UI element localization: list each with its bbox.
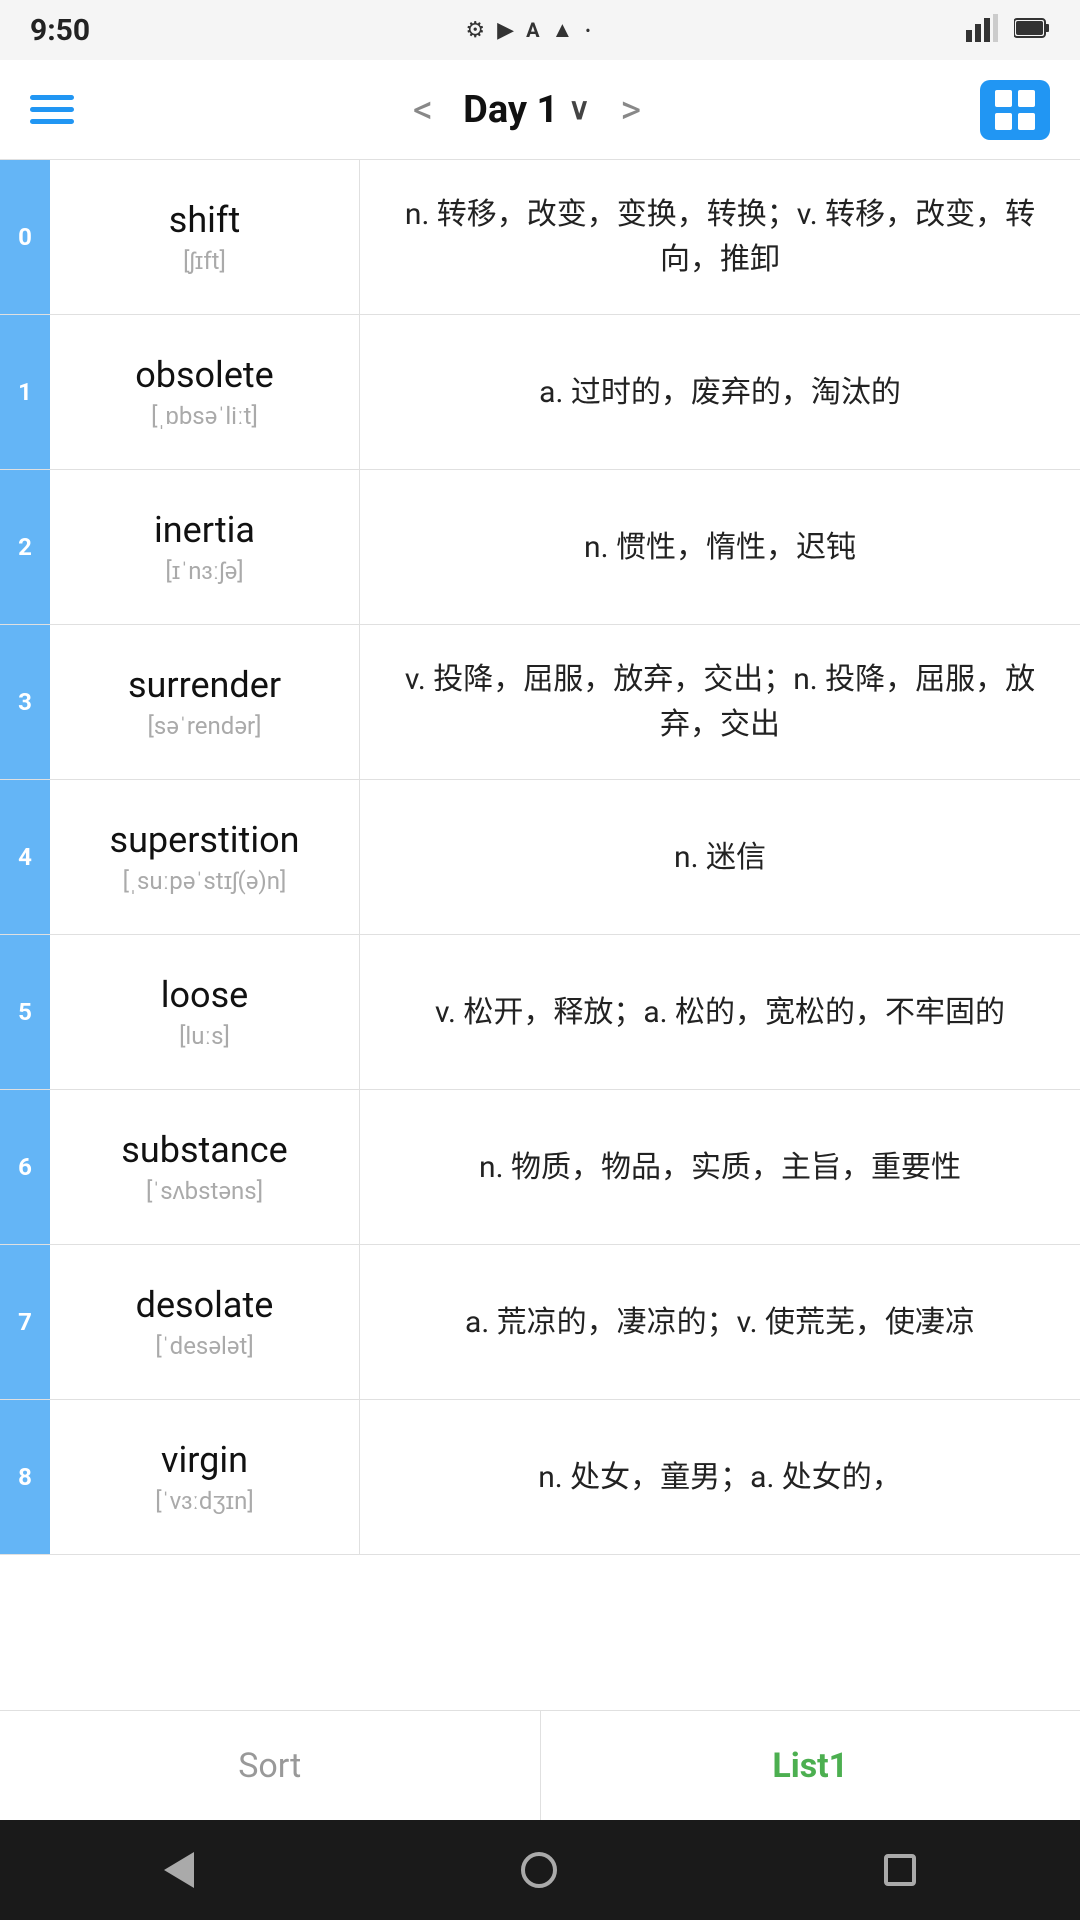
status-bar: 9:50 ⚙ ▶ A ▲ •: [0, 0, 1080, 60]
word-text: virgin: [161, 1439, 248, 1481]
sort-tab[interactable]: Sort: [0, 1711, 540, 1820]
play-icon: ▶: [497, 18, 514, 43]
word-column: loose [luːs]: [50, 935, 360, 1089]
status-right: [966, 14, 1050, 46]
word-column: desolate [ˈdesələt]: [50, 1245, 360, 1399]
dot-icon: •: [585, 21, 590, 40]
home-icon: [521, 1852, 557, 1888]
word-column: surrender [səˈrendər]: [50, 625, 360, 779]
word-phonetic: [ˈvɜːdʒɪn]: [155, 1487, 253, 1516]
menu-icon[interactable]: [30, 95, 74, 124]
table-row[interactable]: 8 virgin [ˈvɜːdʒɪn] n. 处女，童男；a. 处女的，: [0, 1400, 1080, 1555]
table-row[interactable]: 6 substance [ˈsʌbstəns] n. 物质，物品，实质，主旨，重要性: [0, 1090, 1080, 1245]
word-column: inertia [ɪˈnɜːʃə]: [50, 470, 360, 624]
word-text: loose: [161, 974, 249, 1016]
word-text: desolate: [136, 1284, 274, 1326]
word-phonetic: [ɪˈnɜːʃə]: [165, 557, 243, 586]
nav-title[interactable]: Day 1 ∨: [463, 88, 590, 132]
row-index: 1: [0, 315, 50, 469]
row-index: 2: [0, 470, 50, 624]
home-button[interactable]: [521, 1852, 557, 1888]
signal-icon: [966, 14, 998, 46]
nav-bar: < Day 1 ∨ >: [0, 60, 1080, 160]
prev-button[interactable]: <: [403, 86, 443, 133]
table-row[interactable]: 2 inertia [ɪˈnɜːʃə] n. 惯性，惰性，迟钝: [0, 470, 1080, 625]
battery-icon: [1014, 17, 1050, 43]
row-index: 5: [0, 935, 50, 1089]
word-column: superstition [ˌsuːpəˈstɪʃ(ə)n]: [50, 780, 360, 934]
word-definition: n. 物质，物品，实质，主旨，重要性: [360, 1090, 1080, 1244]
wifi-icon: ▲: [552, 17, 574, 43]
table-row[interactable]: 7 desolate [ˈdesələt] a. 荒凉的，凄凉的；v. 使荒芜，使凄凉: [0, 1245, 1080, 1400]
word-phonetic: [ˌsuːpəˈstɪʃ(ə)n]: [123, 867, 287, 896]
word-phonetic: [ʃɪft]: [183, 247, 226, 276]
row-index: 4: [0, 780, 50, 934]
row-index: 8: [0, 1400, 50, 1554]
word-phonetic: [ˈsʌbstəns]: [146, 1177, 263, 1206]
word-definition: a. 过时的，废弃的，淘汰的: [360, 315, 1080, 469]
word-definition: v. 投降，屈服，放弃，交出；n. 投降，屈服，放弃，交出: [360, 625, 1080, 779]
row-index: 6: [0, 1090, 50, 1244]
word-definition: n. 迷信: [360, 780, 1080, 934]
row-index: 3: [0, 625, 50, 779]
nav-center: < Day 1 ∨ >: [403, 86, 651, 133]
font-icon: A: [526, 18, 539, 42]
row-index: 0: [0, 160, 50, 314]
recents-icon: [884, 1854, 916, 1886]
word-column: substance [ˈsʌbstəns]: [50, 1090, 360, 1244]
word-column: obsolete [ˌɒbsəˈliːt]: [50, 315, 360, 469]
grid-view-button[interactable]: [980, 80, 1050, 140]
table-row[interactable]: 1 obsolete [ˌɒbsəˈliːt] a. 过时的，废弃的，淘汰的: [0, 315, 1080, 470]
word-phonetic: [ˈdesələt]: [155, 1332, 253, 1361]
word-phonetic: [səˈrendər]: [148, 712, 262, 741]
status-time: 9:50: [30, 13, 90, 48]
bottom-tabs: Sort List1: [0, 1710, 1080, 1820]
word-definition: a. 荒凉的，凄凉的；v. 使荒芜，使凄凉: [360, 1245, 1080, 1399]
word-text: superstition: [110, 819, 300, 861]
recents-button[interactable]: [884, 1854, 916, 1886]
chevron-down-icon: ∨: [568, 92, 590, 127]
next-button[interactable]: >: [610, 86, 651, 133]
list1-tab[interactable]: List1: [541, 1711, 1080, 1820]
word-text: obsolete: [135, 354, 274, 396]
word-phonetic: [luːs]: [179, 1022, 230, 1051]
word-column: shift [ʃɪft]: [50, 160, 360, 314]
gear-icon: ⚙: [465, 18, 485, 43]
android-nav: [0, 1820, 1080, 1920]
table-row[interactable]: 5 loose [luːs] v. 松开，释放；a. 松的，宽松的，不牢固的: [0, 935, 1080, 1090]
word-text: inertia: [154, 509, 255, 551]
row-index: 7: [0, 1245, 50, 1399]
back-button[interactable]: [164, 1852, 194, 1888]
word-definition: n. 转移，改变，变换，转换；v. 转移，改变，转向，推卸: [360, 160, 1080, 314]
word-definition: n. 惯性，惰性，迟钝: [360, 470, 1080, 624]
back-icon: [164, 1852, 194, 1888]
word-text: shift: [169, 199, 240, 241]
table-row[interactable]: 0 shift [ʃɪft] n. 转移，改变，变换，转换；v. 转移，改变，转向，推…: [0, 160, 1080, 315]
table-row[interactable]: 4 superstition [ˌsuːpəˈstɪʃ(ə)n] n. 迷信: [0, 780, 1080, 935]
word-text: surrender: [128, 664, 281, 706]
table-row[interactable]: 3 surrender [səˈrendər] v. 投降，屈服，放弃，交出；n. 投…: [0, 625, 1080, 780]
word-definition: v. 松开，释放；a. 松的，宽松的，不牢固的: [360, 935, 1080, 1089]
word-text: substance: [121, 1129, 287, 1171]
vocab-list: 0 shift [ʃɪft] n. 转移，改变，变换，转换；v. 转移，改变，转向，推…: [0, 160, 1080, 1710]
word-column: virgin [ˈvɜːdʒɪn]: [50, 1400, 360, 1554]
status-icons: ⚙ ▶ A ▲ •: [465, 17, 590, 43]
word-phonetic: [ˌɒbsəˈliːt]: [151, 402, 258, 431]
word-definition: n. 处女，童男；a. 处女的，: [360, 1400, 1080, 1554]
